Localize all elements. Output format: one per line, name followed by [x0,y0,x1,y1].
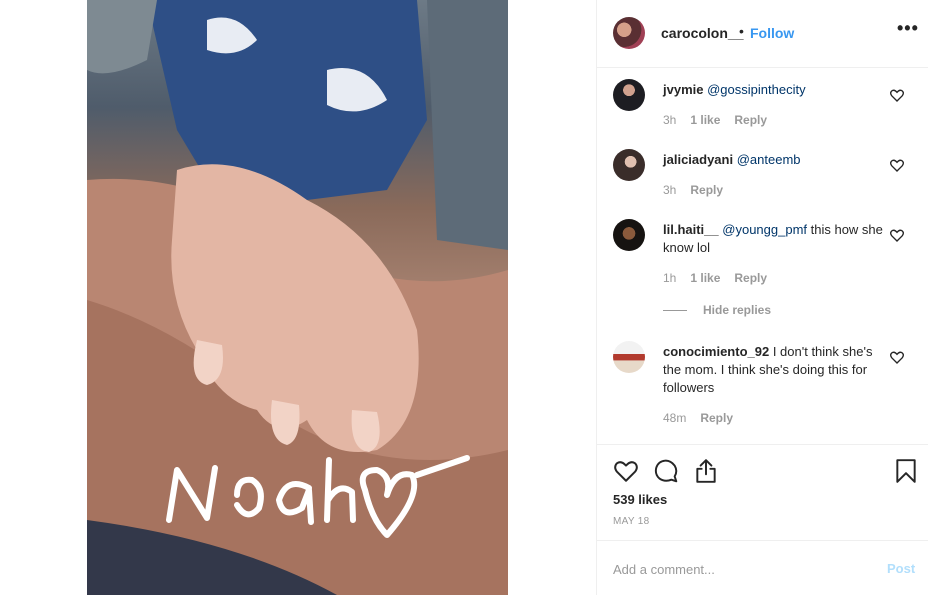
reply-button[interactable]: Reply [690,183,723,197]
hide-replies-label: Hide replies [703,303,772,317]
commenter-avatar[interactable] [613,219,645,251]
comment-meta: 1h 1 like Reply [663,271,781,285]
comments-list: jvymie @gossipinthecity 3h 1 like Reply ja… [597,69,928,445]
commenter-avatar[interactable] [613,79,645,111]
comment-heart-icon[interactable] [889,157,905,173]
comment-time[interactable]: 3h [663,113,676,127]
comment-input[interactable] [613,559,863,579]
photo-illustration [87,0,508,595]
comment-likes[interactable]: 1 like [690,113,720,127]
comment-time[interactable]: 1h [663,271,676,285]
bookmark-icon[interactable] [893,458,919,484]
post-comment-button[interactable]: Post [887,561,915,576]
post-media-area [0,0,596,595]
post-sidebar: carocolon__ • Follow ••• jvymie @gossipi… [596,0,928,595]
comment-text: jaliciadyani @anteemb [663,151,887,169]
heart-icon[interactable] [613,458,639,484]
comment-meta: 3h Reply [663,183,737,197]
commenter-username[interactable]: jaliciadyani [663,152,733,167]
comment-mention[interactable]: @anteemb [737,152,801,167]
comment-text: jvymie @gossipinthecity [663,81,887,99]
comment-mention[interactable]: @youngg_pmf [722,222,807,237]
comment-heart-icon[interactable] [889,349,905,365]
comment-bubble-icon[interactable] [653,458,679,484]
comment-time[interactable]: 3h [663,183,676,197]
hide-replies-line [663,310,687,312]
hide-replies-button[interactable]: Hide replies [663,303,771,317]
comment-likes[interactable]: 1 like [690,271,720,285]
commenter-avatar[interactable] [613,149,645,181]
commenter-username[interactable]: jvymie [663,82,703,97]
reply-button[interactable]: Reply [700,411,733,425]
post-header: carocolon__ • Follow ••• [597,0,928,68]
reply-button[interactable]: Reply [734,113,767,127]
likes-count[interactable]: 539 likes [613,492,667,507]
author-avatar[interactable] [613,17,645,49]
comment-meta: 48m Reply [663,411,747,425]
post-photo[interactable] [87,0,508,595]
follow-button[interactable]: Follow [750,25,794,41]
post-actions: 539 likes MAY 18 [597,446,928,536]
comment-meta: 3h 1 like Reply [663,113,781,127]
header-separator: • [739,23,744,39]
comment-text: lil.haiti__ @youngg_pmf this how she kno… [663,221,887,257]
commenter-username[interactable]: lil.haiti__ [663,222,719,237]
commenter-username[interactable]: conocimiento_92 [663,344,769,359]
reply-button[interactable]: Reply [734,271,767,285]
add-comment-bar: Post [597,540,928,595]
author-username[interactable]: carocolon__ [661,25,743,41]
comment-heart-icon[interactable] [889,227,905,243]
share-icon[interactable] [693,458,719,484]
commenter-avatar[interactable] [613,341,645,373]
comment-mention[interactable]: @gossipinthecity [707,82,805,97]
comment-time[interactable]: 48m [663,411,686,425]
comment-text: conocimiento_92 I don't think she's the … [663,343,887,397]
post-date[interactable]: MAY 18 [613,516,649,527]
more-options-icon[interactable]: ••• [897,18,921,46]
comment-heart-icon[interactable] [889,87,905,103]
